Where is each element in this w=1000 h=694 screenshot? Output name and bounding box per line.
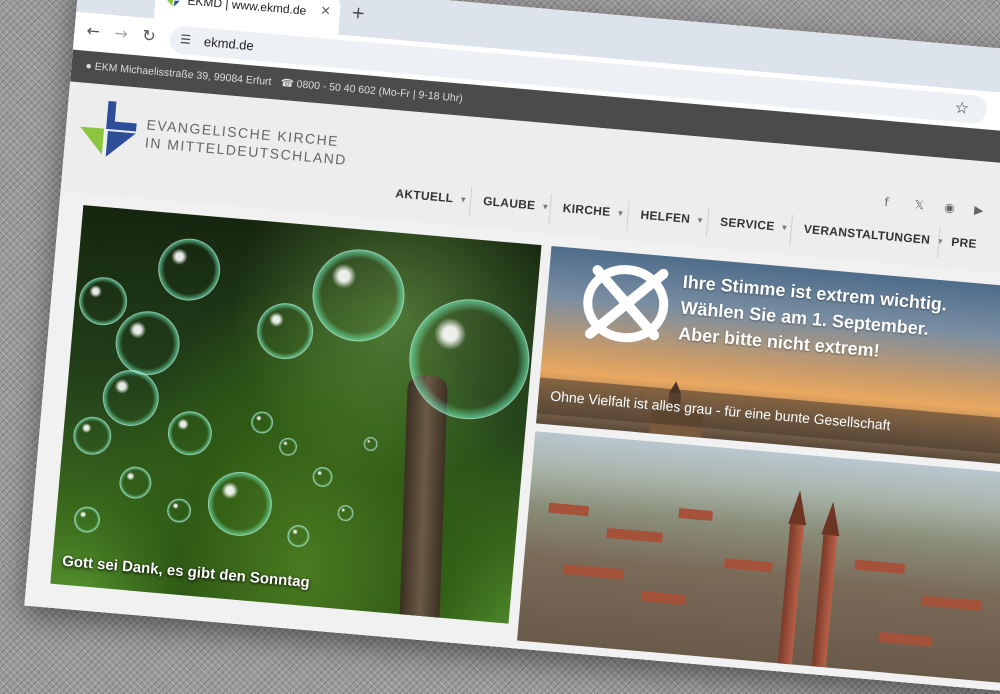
nav-label: VERANSTALTUNGEN: [803, 222, 930, 247]
nav-glaube[interactable]: GLAUBE▼: [483, 194, 551, 214]
back-arrow-icon[interactable]: ←: [86, 21, 101, 41]
url-text[interactable]: ekmd.de: [203, 34, 254, 53]
nav-label: PRE: [951, 235, 978, 251]
nav-label: HELFEN: [640, 208, 691, 226]
roof: [678, 508, 713, 521]
roof: [854, 560, 905, 574]
nav-presse[interactable]: PRE: [951, 235, 978, 251]
hero-caption[interactable]: Gott sei Dank, es gibt den Sonntag: [62, 553, 311, 592]
nav-divider: [626, 201, 630, 231]
facebook-icon[interactable]: f: [884, 195, 889, 209]
x-twitter-icon[interactable]: 𝕏: [914, 198, 925, 213]
soap-bubble: [278, 437, 297, 456]
roof: [878, 632, 933, 647]
soap-bubble: [156, 236, 223, 303]
nav-divider: [469, 187, 473, 217]
soap-bubble: [113, 309, 182, 378]
nav-label: KIRCHE: [562, 201, 611, 219]
forward-arrow-icon[interactable]: →: [114, 23, 129, 43]
ballot-cross-icon: [577, 255, 674, 352]
phone-icon: ☎: [280, 77, 294, 90]
roof: [606, 528, 663, 543]
nav-helfen[interactable]: HELFEN ▼: [640, 208, 705, 228]
phone-info[interactable]: ☎ 0800 - 50 40 602 (Mo-Fr | 9-18 Uhr): [280, 77, 463, 105]
phone-text: 0800 - 50 40 602 (Mo-Fr | 9-18 Uhr): [296, 78, 463, 104]
chevron-down-icon: ▼: [616, 209, 625, 219]
chevron-down-icon: ▼: [780, 223, 789, 233]
soap-bubble: [286, 524, 310, 548]
soap-bubble: [309, 246, 409, 346]
browser-window: EKMD | www.ekmd.de × + ← → ↻ ☰ ekmd.de ☆…: [24, 0, 1000, 694]
nav-label: GLAUBE: [483, 194, 536, 213]
church-spire: [821, 501, 842, 536]
tab-close-icon[interactable]: ×: [320, 3, 332, 19]
nav-divider: [706, 208, 710, 238]
roof: [922, 596, 983, 611]
soap-bubble: [72, 415, 113, 456]
tab-title: EKMD | www.ekmd.de: [187, 0, 307, 18]
nav-divider: [789, 215, 793, 245]
nav-aktuell[interactable]: AKTUELL ▼: [395, 186, 468, 206]
nav-veranstaltungen[interactable]: VERANSTALTUNGEN▼: [803, 222, 945, 248]
nav-service[interactable]: SERVICE ▼: [720, 215, 790, 235]
roof: [724, 558, 773, 572]
nav-divider: [548, 194, 552, 224]
reload-icon[interactable]: ↻: [142, 26, 157, 46]
browser-scene: EKMD | www.ekmd.de × + ← → ↻ ☰ ekmd.de ☆…: [31, 0, 1000, 616]
nav-label: AKTUELL: [395, 186, 454, 205]
soap-bubble: [118, 465, 153, 500]
bookmark-star-icon[interactable]: ☆: [954, 98, 970, 118]
soap-bubble: [205, 469, 274, 538]
youtube-icon[interactable]: ▶: [974, 203, 984, 218]
site-settings-icon[interactable]: ☰: [180, 32, 192, 47]
ekm-logo-icon[interactable]: [76, 97, 141, 162]
chevron-down-icon: ▼: [696, 216, 705, 226]
soap-bubble: [363, 436, 378, 451]
banner-subtitle: Ohne Vielfalt ist alles grau - für eine …: [550, 388, 891, 434]
soap-bubble: [73, 506, 101, 534]
soap-bubble: [337, 504, 354, 521]
soap-bubble: [100, 368, 161, 429]
roof: [548, 503, 589, 516]
soap-bubble: [250, 411, 274, 435]
nav-label: SERVICE: [720, 215, 776, 234]
soap-bubble: [77, 275, 129, 327]
nav-kirche[interactable]: KIRCHE ▼: [562, 201, 625, 220]
webpage: ● EKM Michaelisstraße 39, 99084 Erfurt ☎…: [24, 50, 1000, 694]
church-tower: [812, 535, 837, 668]
main-navigation: AKTUELL▼ GLAUBE▼ KIRCHE▼ HELFEN▼ SERVICE…: [394, 186, 397, 216]
instagram-icon[interactable]: ◉: [944, 200, 956, 215]
soap-bubble: [166, 498, 192, 524]
church-tower: [778, 524, 804, 665]
chevron-down-icon: ▼: [459, 195, 468, 205]
hero-teaser[interactable]: Gott sei Dank, es gibt den Sonntag: [50, 205, 541, 624]
election-banner[interactable]: Ihre Stimme ist extrem wichtig. Wählen S…: [536, 246, 1000, 467]
soap-bubble: [255, 301, 316, 362]
address-text: EKM Michaelisstraße 39, 99084 Erfurt: [94, 61, 272, 88]
soap-bubble: [312, 466, 334, 488]
church-spire: [788, 490, 809, 525]
roof: [563, 564, 624, 579]
soap-bubble: [166, 409, 214, 457]
new-tab-button[interactable]: +: [350, 3, 366, 24]
roof: [641, 591, 686, 605]
city-teaser-image[interactable]: [517, 431, 1000, 684]
ekmd-favicon-icon: [165, 0, 181, 8]
location-pin-icon: ●: [85, 60, 92, 73]
content-area: Gott sei Dank, es gibt den Sonntag Ihre …: [24, 191, 1000, 694]
address-info: ● EKM Michaelisstraße 39, 99084 Erfurt: [85, 60, 272, 88]
